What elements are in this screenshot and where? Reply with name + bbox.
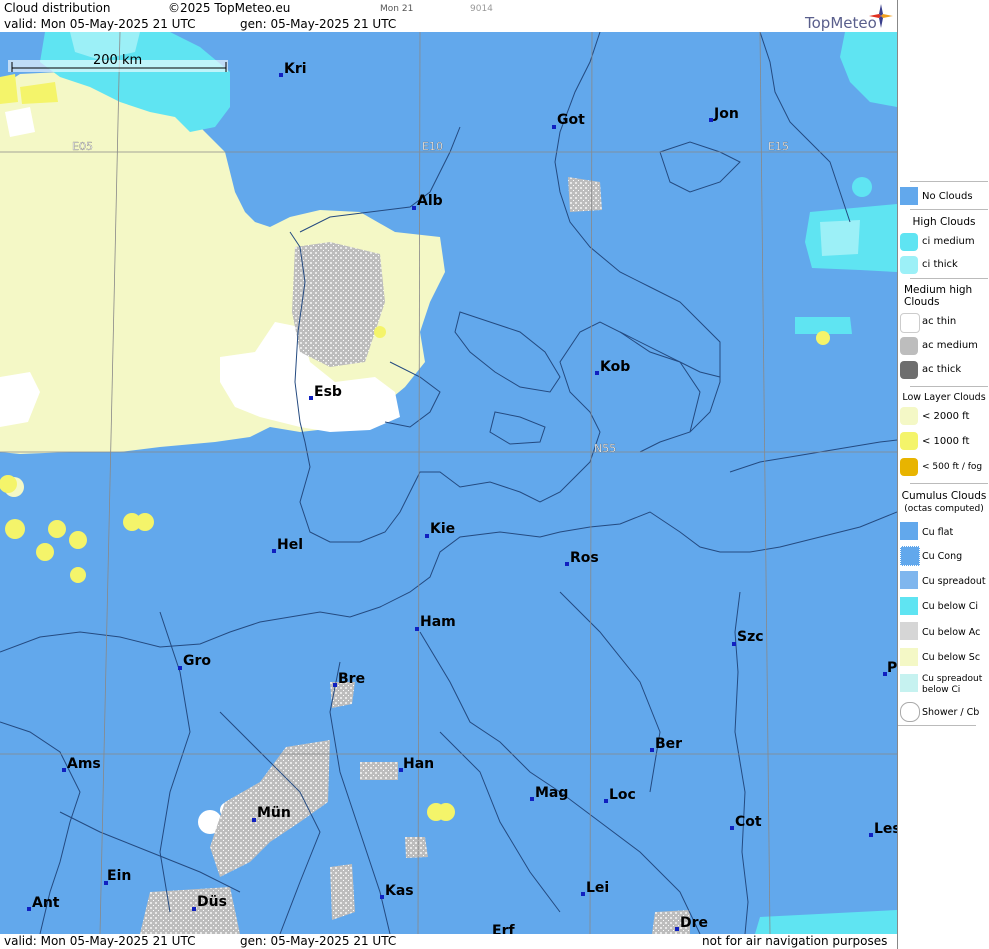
legend-ci-thick: ci thick	[922, 259, 958, 270]
legend-cu-spreadout: Cu spreadout	[922, 576, 986, 587]
city-bre: Bre	[338, 671, 365, 687]
legend-cu-below-ac: Cu below Ac	[922, 627, 981, 638]
legend-separator	[898, 725, 976, 726]
city-szc: Szc	[737, 629, 764, 645]
legend-separator	[910, 209, 988, 210]
ac-medium-swatch	[900, 337, 918, 355]
legend-octas: (octas computed)	[904, 504, 984, 514]
city-kob: Kob	[600, 359, 630, 375]
legend-ac-thick: ac thick	[922, 364, 962, 375]
ac-thick-swatch	[900, 361, 918, 379]
cu-spreadout-below-ci-swatch	[900, 674, 918, 692]
ci-medium-swatch	[900, 233, 918, 251]
legend-cu-cong: Cu Cong	[922, 551, 963, 562]
fog-swatch	[900, 458, 918, 476]
city-kie: Kie	[430, 521, 455, 537]
brand-logo-text: TopMeteo	[805, 14, 877, 32]
city-han: Han	[403, 756, 434, 772]
city-lei: Lei	[586, 880, 609, 896]
map-footer: valid: Mon 05-May-2025 21 UTC gen: 05-Ma…	[0, 934, 897, 949]
footer-gen-time: gen: 05-May-2025 21 UTC	[240, 934, 397, 948]
legend-cu-flat: Cu flat	[922, 527, 954, 538]
legend-cu-spreadout-below-ci: Cu spreadout below Ci	[922, 674, 983, 695]
city-esb: Esb	[314, 384, 342, 400]
ci-thick-swatch	[900, 256, 918, 274]
product-title: Cloud distribution	[4, 1, 111, 15]
cu-cong-swatch	[900, 546, 920, 566]
day-small: Mon 21	[380, 4, 414, 14]
city-p: P	[887, 660, 897, 676]
city-hel: Hel	[277, 537, 303, 553]
grid-label-e05: E05	[72, 140, 93, 153]
gen-time: gen: 05-May-2025 21 UTC	[240, 17, 397, 31]
legend-cu-below-ci: Cu below Ci	[922, 601, 979, 612]
legend-ac-thin: ac thin	[922, 316, 957, 327]
legend-medium-high: Medium high Clouds	[904, 284, 973, 308]
city-les: Les	[874, 821, 897, 837]
legend-lt2000: < 2000 ft	[922, 411, 970, 422]
cu-flat-swatch	[900, 522, 918, 540]
footer-valid-time: valid: Mon 05-May-2025 21 UTC	[4, 934, 196, 948]
city-ant: Ant	[32, 895, 60, 911]
legend-separator	[910, 278, 988, 279]
grid-label-e15: E15	[768, 140, 789, 153]
low-2000-swatch	[900, 407, 918, 425]
legend-high-clouds: High Clouds	[912, 216, 976, 228]
valid-time: valid: Mon 05-May-2025 21 UTC	[4, 17, 196, 31]
cu-below-ci-swatch	[900, 597, 918, 615]
legend-no-clouds: No Clouds	[922, 191, 973, 202]
cu-below-ac-swatch	[900, 622, 918, 640]
city-gro: Gro	[183, 653, 211, 669]
city-ber: Ber	[655, 736, 682, 752]
city-jon: Jon	[713, 106, 739, 122]
city-dre: Dre	[680, 915, 708, 931]
city-ros: Ros	[570, 550, 599, 566]
city-ein: Ein	[107, 868, 131, 884]
city-cot: Cot	[735, 814, 762, 830]
shower-cb-swatch	[900, 702, 920, 722]
legend-panel: No Clouds High Clouds ci medium ci thick…	[897, 0, 989, 949]
cu-below-sc-swatch	[900, 648, 918, 666]
map-header: Cloud distribution ©2025 TopMeteo.eu Mon…	[0, 0, 897, 32]
city-erf: Erf	[492, 923, 515, 934]
grid-label-n55: N55	[594, 442, 616, 455]
city-loc: Loc	[609, 787, 636, 803]
low-1000-swatch	[900, 432, 918, 450]
code-small: 9014	[470, 4, 493, 14]
legend-separator	[910, 386, 988, 387]
legend-ci-medium: ci medium	[922, 236, 975, 247]
disclaimer: not for air navigation purposes	[702, 934, 888, 948]
legend-ac-medium: ac medium	[922, 340, 978, 351]
city-dus: Düs	[197, 894, 227, 910]
legend-lt1000: < 1000 ft	[922, 436, 970, 447]
legend-separator	[910, 181, 988, 182]
ac-thin-swatch	[900, 313, 920, 333]
legend-low-layer: Low Layer Clouds	[902, 392, 986, 403]
compass-star-icon	[869, 4, 893, 28]
grid-label-e10: E10	[422, 140, 443, 153]
city-ams: Ams	[67, 756, 101, 772]
city-kas: Kas	[385, 883, 414, 899]
cu-spreadout-swatch	[900, 571, 918, 589]
legend-separator	[910, 483, 988, 484]
legend-cu-below-sc: Cu below Sc	[922, 652, 981, 663]
legend-cumulus: Cumulus Clouds	[901, 490, 987, 502]
city-alb: Alb	[417, 193, 443, 209]
legend-shower-cb: Shower / Cb	[922, 707, 980, 718]
scale-label: 200 km	[93, 53, 142, 68]
city-ham: Ham	[420, 614, 456, 630]
no-clouds-swatch	[900, 187, 918, 205]
city-mun: Mün	[257, 805, 291, 821]
city-got: Got	[557, 112, 585, 128]
legend-lt500: < 500 ft / fog	[922, 462, 983, 472]
cloud-map[interactable]: E05 E10 E15 N55 200 km Kri Got Jon Alb E…	[0, 32, 897, 934]
city-kri: Kri	[284, 61, 307, 77]
copyright: ©2025 TopMeteo.eu	[168, 1, 291, 15]
city-mag: Mag	[535, 785, 568, 801]
